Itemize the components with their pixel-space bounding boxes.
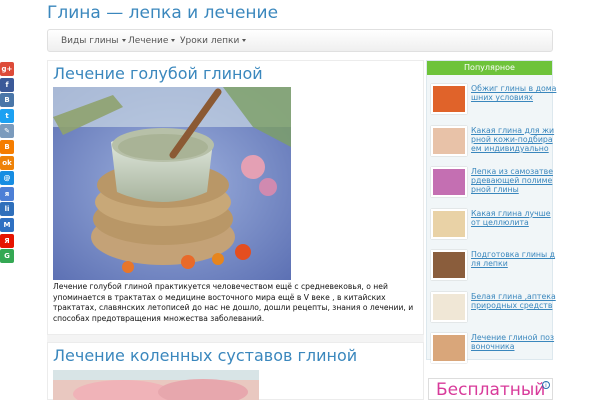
yandex-icon[interactable]: Я [0, 233, 14, 248]
caret-down-icon [121, 39, 126, 42]
popular-item-thumbnail[interactable] [431, 84, 467, 114]
main-navbar: Виды глины Лечение Уроки лепки [47, 29, 553, 52]
popular-item-thumbnail[interactable] [431, 208, 467, 239]
popular-item[interactable]: Какая глина для жирной кожи-подбираем ин… [431, 125, 557, 158]
nav-item-clay-types[interactable]: Виды глины [61, 30, 126, 53]
popular-item[interactable]: Подготовка глины для лепки [431, 250, 556, 282]
article-image-blue-clay-jar[interactable] [53, 87, 291, 280]
facebook-icon[interactable]: f [0, 77, 14, 92]
article-image-knee-treatment[interactable] [53, 370, 259, 400]
moy-mir-icon[interactable]: M [0, 217, 14, 232]
ya-ru-icon[interactable]: я [0, 186, 14, 201]
google-plus-icon[interactable]: g+ [0, 62, 14, 76]
sidebar-header: Популярное [427, 61, 552, 75]
popular-item[interactable]: Лечение глиной позвоночника [431, 333, 556, 365]
popular-item[interactable]: Обжиг глины в домашних условиях [431, 84, 556, 116]
mail-ru-icon[interactable]: @ [0, 171, 14, 186]
article-title[interactable]: Лечение коленных суставов глиной [53, 346, 357, 365]
popular-item-link[interactable]: Обжиг глины в домашних условиях [471, 84, 557, 102]
advertisement-banner[interactable]: Бесплатный i [428, 378, 553, 400]
caret-down-icon [171, 39, 176, 42]
popular-item[interactable]: Лепка из самозатвердевающей полимерной г… [431, 167, 556, 199]
vk-icon[interactable]: B [0, 93, 14, 108]
knee-treatment-photo [53, 370, 259, 400]
nav-item-label: Виды глины [61, 36, 119, 46]
blue-clay-jar-photo [53, 87, 291, 280]
twitter-icon[interactable]: t [0, 108, 14, 123]
popular-item[interactable]: Белая глина ,аптека природных средств [431, 291, 557, 324]
article-card: Лечение голубой глиной Лечение голубой г… [47, 60, 424, 335]
popular-item-link[interactable]: Белая глина ,аптека природных средств [471, 292, 557, 310]
popular-item-link[interactable]: Подготовка глины для лепки [471, 250, 557, 268]
popular-item-thumbnail[interactable] [431, 250, 467, 280]
popular-item-link[interactable]: Лечение глиной позвоночника [471, 333, 557, 351]
ad-text: Бесплатный [436, 380, 546, 400]
nav-item-modeling-lessons[interactable]: Уроки лепки [180, 30, 247, 53]
nav-item-label: Лечение [128, 36, 169, 46]
popular-item-thumbnail[interactable] [431, 291, 467, 322]
site-title[interactable]: Глина — лепка и лечение [47, 3, 278, 23]
livejournal-icon[interactable]: ✎ [0, 124, 14, 139]
popular-item-link[interactable]: Лепка из самозатвердевающей полимерной г… [471, 167, 557, 195]
ad-info-icon[interactable]: i [542, 381, 550, 389]
nav-item-treatment[interactable]: Лечение [128, 30, 176, 53]
share-bar: g+ f Bt ✎ Bok @ я li M Я G [0, 62, 14, 265]
popular-item[interactable]: Какая глина лучше от целлюлита [431, 208, 557, 241]
nav-item-label: Уроки лепки [180, 36, 240, 46]
google-bookmarks-icon[interactable]: G [0, 249, 14, 264]
odnoklassniki-icon[interactable]: ok [0, 155, 14, 170]
popular-item-thumbnail[interactable] [431, 333, 467, 363]
popular-sidebar: Популярное Обжиг глины в домашних услови… [426, 60, 557, 363]
main-content: Лечение голубой глиной Лечение голубой г… [47, 60, 424, 400]
caret-down-icon [242, 39, 247, 42]
blogger-icon[interactable]: B [0, 139, 14, 154]
popular-item-thumbnail[interactable] [431, 125, 467, 156]
liveinternet-icon[interactable]: li [0, 202, 14, 217]
popular-item-link[interactable]: Какая глина для жирной кожи-подбираем ин… [471, 126, 557, 154]
article-card: Лечение коленных суставов глиной [47, 342, 424, 400]
article-excerpt: Лечение голубой глиной практикуется чело… [53, 282, 414, 323]
popular-item-link[interactable]: Какая глина лучше от целлюлита [471, 209, 557, 227]
article-title[interactable]: Лечение голубой глиной [53, 64, 263, 83]
popular-item-thumbnail[interactable] [431, 167, 467, 197]
